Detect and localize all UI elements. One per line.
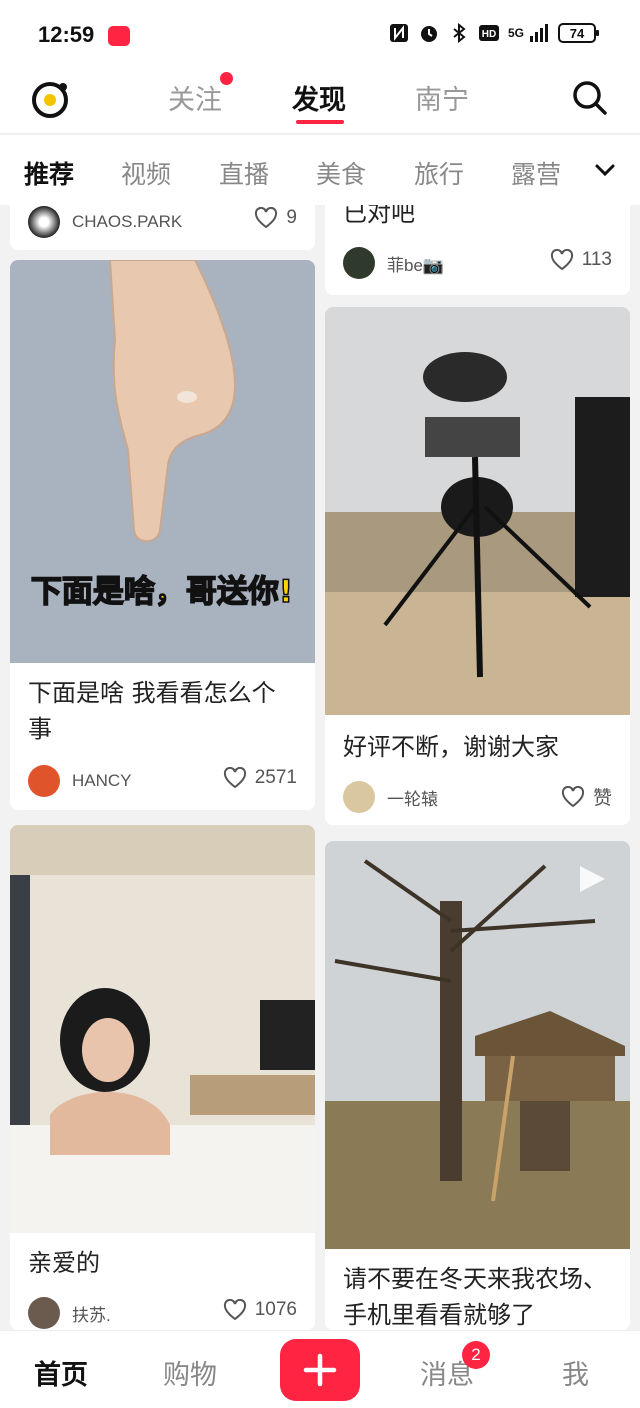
network-label: 5G: [507, 26, 524, 40]
tab-follow[interactable]: 关注: [168, 78, 222, 117]
card-author[interactable]: 一轮辕: [343, 781, 438, 813]
category-camping[interactable]: 露营: [511, 155, 561, 191]
active-tab-indicator: [296, 120, 344, 124]
tab-discover[interactable]: 发现: [292, 78, 346, 117]
plus-icon: [303, 1353, 337, 1387]
card-author[interactable]: CHAOS.PARK: [28, 206, 182, 238]
like-count: 2571: [254, 767, 297, 788]
nav-me[interactable]: 我: [562, 1353, 589, 1392]
card-image: [325, 841, 630, 1249]
heart-icon: [550, 249, 573, 271]
like-count: 113: [581, 249, 612, 270]
like-button[interactable]: 1076: [223, 1299, 297, 1321]
author-name: CHAOS.PARK: [72, 212, 183, 231]
category-food[interactable]: 美食: [316, 155, 366, 191]
like-count: 1076: [254, 1299, 297, 1320]
card-author[interactable]: HANCY: [28, 765, 132, 797]
card-image: [10, 825, 315, 1233]
nav-home[interactable]: 首页: [34, 1353, 88, 1392]
category-bar: 推荐 视频 直播 美食 旅行 露营: [0, 135, 640, 205]
heart-icon: [223, 1299, 246, 1321]
avatar: [343, 247, 375, 279]
author-name: 扶苏.: [72, 1305, 111, 1325]
feed-card[interactable]: 亲爱的 扶苏. 1076: [10, 825, 315, 1330]
heart-icon: [223, 767, 246, 789]
feed: CHAOS.PARK 9 下面是啥，哥送你! 下面是啥 我看看怎么个事 HANC…: [0, 205, 640, 1330]
card-title: 好评不断，谢谢大家: [343, 733, 559, 761]
notification-dot: [220, 72, 233, 85]
chevron-down-icon[interactable]: [590, 155, 620, 185]
author-name: HANCY: [72, 771, 132, 790]
like-button[interactable]: 113: [550, 249, 612, 271]
feed-card[interactable]: 已对吧 菲be📷 113: [325, 205, 630, 295]
svg-text:HD: HD: [482, 29, 496, 40]
card-image: 下面是啥，哥送你!: [10, 260, 315, 663]
message-count-badge: 2: [462, 1341, 490, 1369]
clock: 12:59: [38, 22, 95, 47]
feed-card[interactable]: 下面是啥，哥送你! 下面是啥 我看看怎么个事 HANCY 2571: [10, 260, 315, 810]
category-video[interactable]: 视频: [121, 155, 171, 191]
top-nav: 关注 发现 南宁: [0, 68, 640, 134]
hd-icon: HD: [478, 25, 499, 41]
author-name: 菲be📷: [387, 255, 445, 275]
feed-card[interactable]: 请不要在冬天来我农场、手机里看看就够了: [325, 841, 630, 1330]
nav-shop[interactable]: 购物: [163, 1353, 217, 1392]
app-notification-icon: [108, 26, 130, 46]
card-author[interactable]: 扶苏.: [28, 1297, 111, 1329]
logo-icon[interactable]: [30, 78, 72, 120]
card-title: 请不要在冬天来我农场、手机里看看就够了: [343, 1265, 607, 1329]
category-recommend[interactable]: 推荐: [24, 155, 74, 191]
card-author[interactable]: 菲be📷: [343, 247, 444, 279]
add-post-button[interactable]: [280, 1339, 360, 1401]
card-image: [325, 307, 630, 715]
feed-card[interactable]: 好评不断，谢谢大家 一轮辕 赞: [325, 307, 630, 825]
bluetooth-icon: [453, 22, 466, 44]
alarm-icon: [420, 26, 437, 42]
author-name: 一轮辕: [387, 789, 438, 809]
image-caption: 下面是啥，哥送你!: [31, 574, 293, 610]
category-travel[interactable]: 旅行: [414, 155, 464, 191]
card-title: 下面是啥 我看看怎么个事: [28, 679, 276, 743]
signal-icon: [530, 24, 548, 42]
status-bar: 12:59 HD 5G 74: [0, 0, 640, 68]
avatar: [28, 1297, 60, 1329]
card-title: 亲爱的: [28, 1249, 100, 1277]
heart-icon: [561, 785, 585, 807]
category-live[interactable]: 直播: [219, 155, 269, 191]
feed-card[interactable]: CHAOS.PARK 9: [10, 205, 315, 250]
like-count: 9: [286, 207, 297, 228]
search-icon[interactable]: [570, 78, 610, 118]
like-button[interactable]: 赞: [561, 783, 612, 810]
bottom-nav: 首页 购物 消息 2 我: [0, 1330, 640, 1408]
card-title: 已对吧: [343, 205, 415, 227]
like-count: 赞: [592, 788, 612, 809]
like-button[interactable]: 9: [254, 207, 297, 229]
nfc-icon: [389, 24, 408, 42]
avatar: [28, 765, 60, 797]
avatar: [28, 206, 60, 238]
like-button[interactable]: 2571: [223, 767, 297, 789]
battery-icon: 74: [558, 23, 599, 43]
tab-nanning[interactable]: 南宁: [415, 78, 469, 117]
status-icons: HD 5G 74: [388, 22, 599, 44]
avatar: [343, 781, 375, 813]
heart-icon: [255, 207, 278, 229]
